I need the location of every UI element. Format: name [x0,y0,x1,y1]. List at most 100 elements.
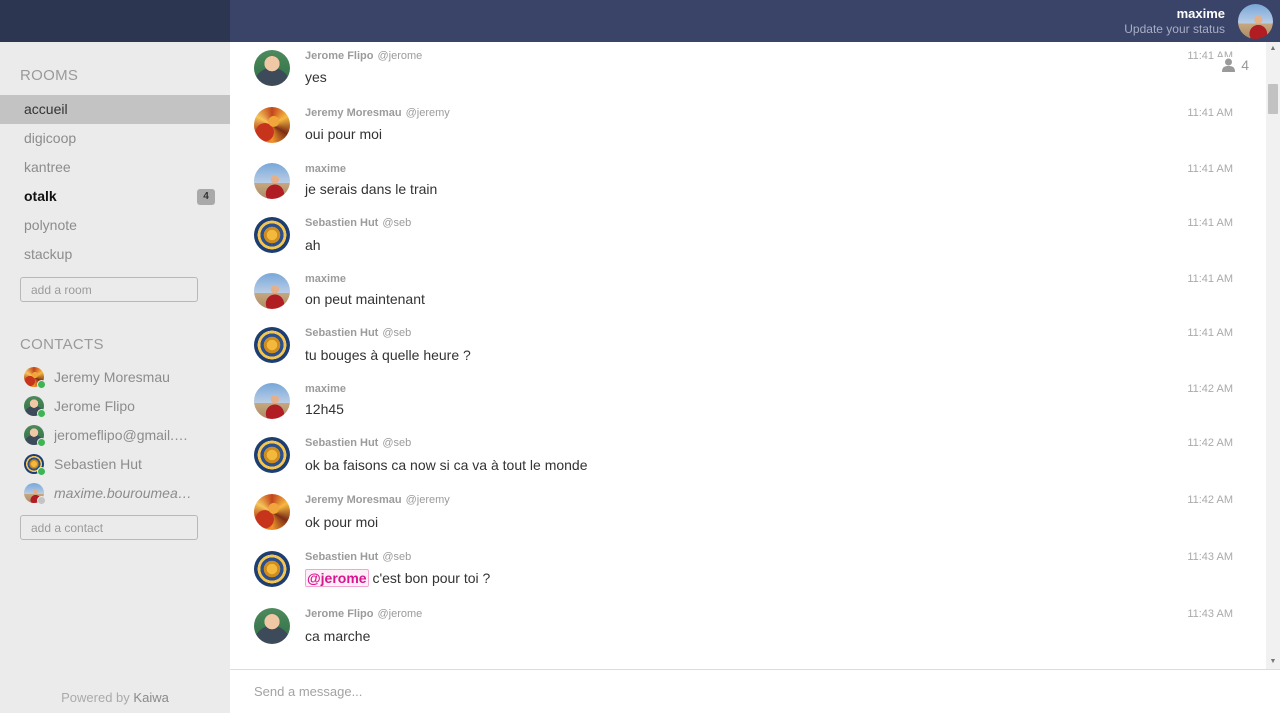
message-text: @jerome c'est bon pour toi ? [305,569,490,587]
occupant-count: 4 [1241,57,1249,73]
contact-item-jeromeflipo-gmail[interactable]: jeromeflipo@gmail.c… [0,420,230,449]
message-author: Sebastien Hut [305,327,379,339]
message-author: Sebastien Hut [305,551,379,563]
mention-tag[interactable]: @jerome [305,569,369,587]
message-author: maxime [305,383,346,395]
add-contact-input[interactable] [20,515,198,540]
avatar [254,608,290,644]
message-text: oui pour moi [305,126,383,142]
message-author: Jeremy Moresmau [305,494,402,506]
message-handle: @jerome [377,608,423,620]
contact-name: maxime.bouroumea… [54,484,192,501]
message-author: Jerome Flipo [305,608,374,620]
online-status-dot [37,466,46,476]
room-label: stackup [24,246,73,262]
message-handle: @jerome [377,50,423,62]
message-list: Jerome Flipo @jerome 11:41 AM yes Jeremy … [230,42,1266,669]
online-status-dot [37,379,46,389]
message-input[interactable] [230,670,1280,713]
message-handle: @seb [382,551,412,563]
contact-item-sebastien-hut[interactable]: Sebastien Hut [0,449,230,478]
current-user-name: maxime [1176,6,1225,21]
message-item: Sebastien Hut @seb 11:42 AM ok ba faisons… [230,429,1266,485]
room-item-digicoop[interactable]: digicoop [0,124,230,153]
room-label: accueil [24,101,68,117]
message-text: ok ba faisons ca now si ca va à tout le … [305,457,588,473]
contact-name: Jerome Flipo [54,397,135,414]
contact-item-jeremy-moresmau[interactable]: Jeremy Moresmau [0,362,230,391]
message-handle: @jeremy [405,494,450,506]
contact-item-maxime[interactable]: maxime.bouroumea… [0,478,230,507]
avatar [254,50,290,86]
message-author: maxime [305,163,346,175]
contact-avatar [24,395,46,418]
message-timestamp: 11:41 AM [1187,327,1233,339]
message-item: Sebastien Hut @seb 11:41 AM tu bouges à q… [230,319,1266,375]
top-bar: maxime Update your status [230,0,1280,42]
message-handle: @seb [382,437,412,449]
contact-name: Jeremy Moresmau [54,368,170,385]
message-handle: @seb [382,217,412,229]
message-handle: @seb [382,327,412,339]
message-handle: @jeremy [405,107,450,119]
scrollbar-thumb[interactable] [1268,84,1278,114]
room-label: otalk [24,188,57,204]
contact-name: Sebastien Hut [54,455,142,472]
message-item: Jeremy Moresmau @jeremy 11:41 AM oui pour… [230,99,1266,155]
avatar [254,217,290,253]
contact-avatar [24,453,46,476]
contact-avatar [24,482,46,505]
message-text: ok pour moi [305,514,379,530]
message-scrollbar[interactable]: ▲ ▼ [1266,42,1280,669]
kaiwa-brand-link[interactable]: Kaiwa [133,690,168,705]
room-item-kantree[interactable]: kantree [0,153,230,182]
online-status-dot [37,437,46,447]
message-composer [230,669,1280,713]
avatar [254,273,290,309]
room-label: digicoop [24,130,77,146]
room-list: accueil digicoop kantree otalk 4 polynote… [0,95,230,269]
contact-avatar [24,366,46,389]
scroll-down-arrow-icon[interactable]: ▼ [1266,655,1280,669]
person-icon [1222,58,1236,72]
message-text: yes [305,69,327,85]
message-timestamp: 11:41 AM [1187,107,1233,119]
message-timestamp: 11:41 AM [1187,163,1233,175]
message-author: Sebastien Hut [305,217,379,229]
scroll-up-arrow-icon[interactable]: ▲ [1266,42,1280,56]
room-label: polynote [24,217,77,233]
avatar [254,163,290,199]
current-user-avatar[interactable] [1238,4,1273,39]
update-status-link[interactable]: Update your status [1124,22,1225,36]
room-occupants[interactable]: 4 [1216,57,1249,73]
message-item: Jerome Flipo @jerome 11:41 AM yes [230,42,1266,99]
unread-badge: 4 [197,189,215,205]
message-item: Jerome Flipo @jerome 11:43 AM ca marche [230,600,1266,656]
message-author: maxime [305,273,346,285]
message-text-rest: c'est bon pour toi ? [372,570,491,586]
idle-status-dot [37,495,46,505]
contacts-heading: CONTACTS [20,336,104,353]
room-item-stackup[interactable]: stackup [0,240,230,269]
message-text: on peut maintenant [305,291,425,307]
message-item: maxime 11:41 AM je serais dans le train [230,155,1266,209]
avatar [254,107,290,143]
room-label: kantree [24,159,71,175]
add-room-input[interactable] [20,277,198,302]
sidebar: ROOMS accueil digicoop kantree otalk 4 po… [0,0,230,713]
message-item: maxime 11:42 AM 12h45 [230,375,1266,429]
room-item-polynote[interactable]: polynote [0,211,230,240]
avatar [254,437,290,473]
room-item-accueil[interactable]: accueil [0,95,230,124]
contact-item-jerome-flipo[interactable]: Jerome Flipo [0,391,230,420]
sidebar-header [0,0,230,42]
online-status-dot [37,408,46,418]
message-item: Sebastien Hut @seb 11:41 AM ah [230,209,1266,265]
message-timestamp: 11:42 AM [1187,383,1233,395]
message-item: Jeremy Moresmau @jeremy 11:42 AM ok pour … [230,486,1266,542]
message-author: Sebastien Hut [305,437,379,449]
message-timestamp: 11:43 AM [1187,551,1233,563]
message-text: 12h45 [305,401,344,417]
avatar [254,494,290,530]
room-item-otalk[interactable]: otalk 4 [0,182,230,211]
